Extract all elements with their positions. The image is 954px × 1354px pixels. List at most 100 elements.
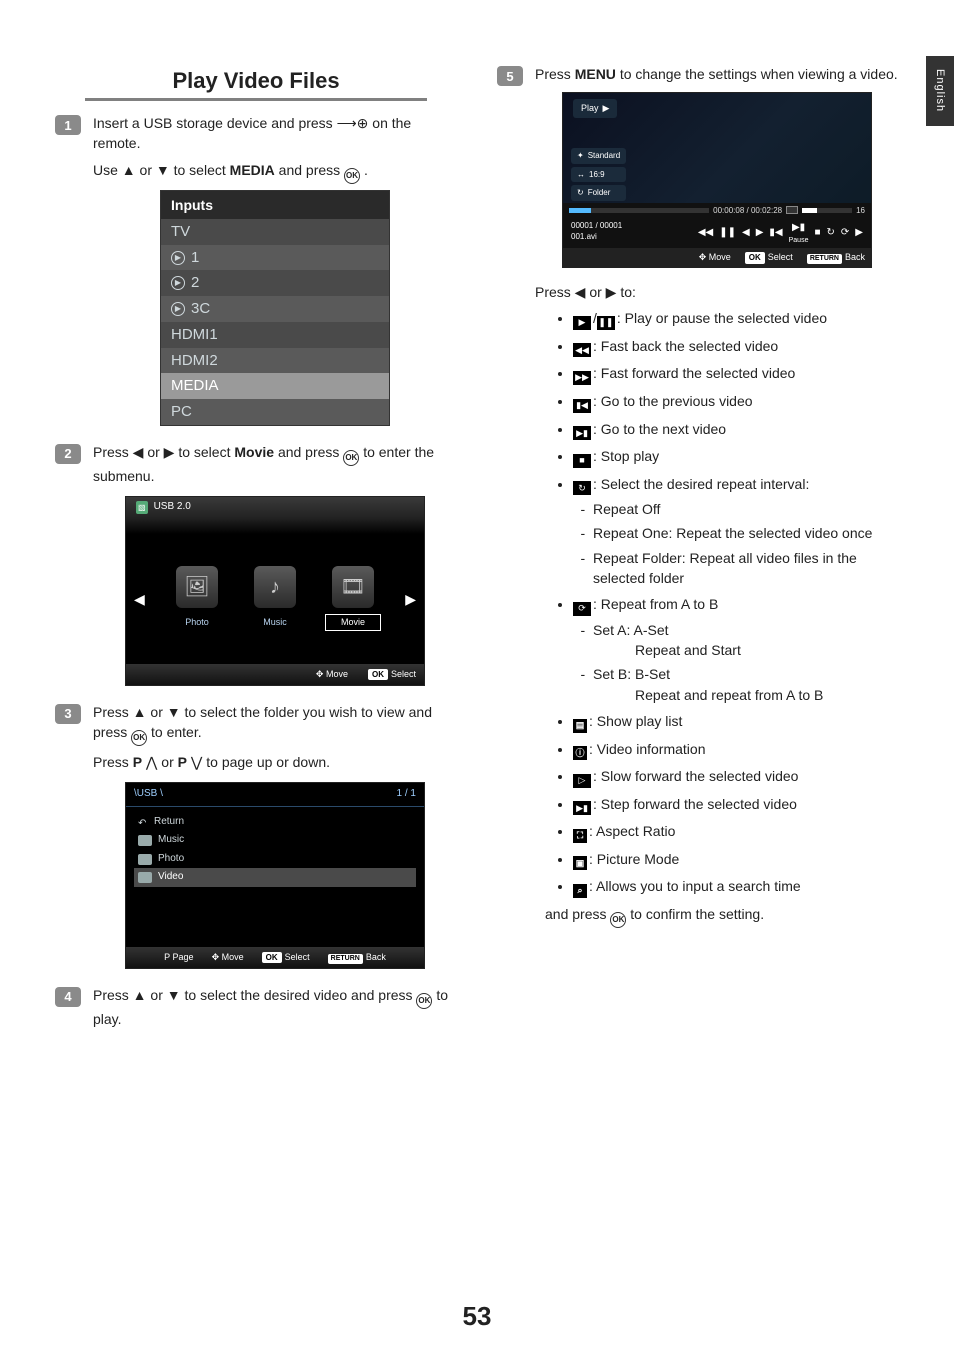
photo-icon: 🖼 [176, 566, 218, 608]
inputs-row: HDMI1 [161, 322, 389, 348]
left-arrow-icon: ◀ [134, 589, 145, 609]
text-bold: P [133, 754, 142, 770]
progress-bar [569, 208, 709, 213]
badge-picture-mode: ✦Standard [571, 148, 626, 164]
media-selector-screenshot: ▧ USB 2.0 ◀ 🖼 Photo ♪ [125, 496, 425, 686]
inputs-row: HDMI2 [161, 348, 389, 374]
list-item: ▮◀: Go to the previous video [573, 391, 899, 413]
ok-icon: OK [610, 912, 626, 928]
media-tile-photo: 🖼 Photo [169, 566, 225, 631]
section-title: Play Video Files [55, 68, 457, 94]
prev-icon: ▮◀ [573, 399, 591, 413]
title-underline [85, 98, 427, 101]
list-item: ⌕: Allows you to input a search time [573, 876, 899, 898]
playlist-icon: ▤ [573, 719, 587, 733]
inputs-row: ▶2 [161, 270, 389, 296]
text: Set A: A-Set [593, 622, 669, 638]
tile-label: Music [247, 614, 303, 631]
step-badge: 4 [55, 987, 81, 1007]
list-item: ▣: Picture Mode [573, 849, 899, 871]
text: Video [158, 870, 183, 885]
folder-icon [138, 854, 152, 865]
text: : Video information [589, 741, 705, 757]
step-5: 5 Press MENU to change the settings when… [497, 64, 899, 934]
list-item: ▶▮: Step forward the selected video [573, 794, 899, 816]
list-item: Repeat Folder: Repeat all video files in… [593, 548, 899, 589]
time-counter: 00:00:08 / 00:02:28 [713, 205, 782, 217]
text: : Go to the next video [593, 421, 726, 437]
list-item: ↻: Select the desired repeat interval: R… [573, 474, 899, 589]
list-item: ↶Return [134, 813, 416, 832]
text: Insert a USB storage device and press [93, 115, 337, 131]
step-badge: 5 [497, 66, 523, 86]
list-item: Set B: B-Set Repeat and repeat from A to… [593, 664, 899, 705]
text: : Select the desired repeat interval: [593, 476, 809, 492]
text: : Fast back the selected video [593, 338, 778, 354]
usb-icon: ▧ [136, 501, 148, 515]
text-bold: P [178, 754, 187, 770]
inputs-row: TV [161, 219, 389, 245]
language-tab: English [926, 56, 954, 126]
text: and press [545, 906, 610, 922]
ok-icon: OK [131, 730, 147, 746]
step-1: 1 Insert a USB storage device and press … [55, 113, 457, 436]
ab-repeat-icon: ⟳ [573, 602, 591, 616]
music-icon: ♪ [254, 566, 296, 608]
inputs-row-selected: MEDIA [161, 373, 389, 399]
footer-move: ✥ Move [316, 668, 348, 681]
step-forward-icon: ▶▮ [573, 801, 591, 815]
file-counter: 00001 / 00001 [571, 221, 622, 231]
step-3: 3 Press ▲ or ▼ to select the folder you … [55, 702, 457, 979]
path-label: \USB \ [134, 787, 163, 802]
play-pause-icon: ▶ [573, 316, 591, 330]
list-item: Music [134, 831, 416, 850]
footer-move: ✥ Move [212, 951, 244, 964]
text: : Picture Mode [589, 851, 679, 867]
tile-label: Movie [325, 614, 381, 631]
stop-icon: ■ [814, 226, 820, 241]
left-column: Play Video Files 1 Insert a USB storage … [55, 60, 457, 1041]
folder-icon [138, 872, 152, 883]
next-icon: ▶▮ [792, 221, 805, 236]
text: Return [154, 815, 184, 830]
fast-forward-icon: ▶▶ [573, 371, 591, 385]
transport-controls: ◀◀ ❚❚ ◀ ▶ ▮◀ ▶▮ Pause ■ ↻ ⟳ [698, 221, 863, 246]
step-badge: 3 [55, 704, 81, 724]
text: Press ▲ or ▼ to select the desired video… [93, 987, 416, 1003]
aspect-icon: ⛶ [573, 829, 587, 843]
goto-icon: ⌕ [573, 884, 587, 898]
text: HDMI2 [171, 350, 218, 372]
page-label: 1 / 1 [397, 787, 416, 802]
right-arrow-icon: ▶ [405, 589, 416, 609]
source-icon: ⟶⊕ [337, 115, 369, 131]
footer-select: OKSelect [745, 251, 793, 264]
text: Press [535, 66, 575, 82]
list-item: ▤: Show play list [573, 711, 899, 733]
text: HDMI1 [171, 324, 218, 346]
text: Repeat and Start [635, 640, 741, 660]
list-item: ▶/❚❚: Play or pause the selected video [573, 308, 899, 330]
movie-icon: 🎞 [332, 566, 374, 608]
rewind-icon: ◀◀ [698, 226, 713, 241]
list-item: ▶▮: Go to the next video [573, 419, 899, 441]
text: and press [279, 162, 344, 178]
text: to change the settings when viewing a vi… [620, 66, 898, 82]
footer-page: P Page [164, 951, 193, 964]
badge-repeat: ↻Folder [571, 185, 626, 201]
footer-select: OKSelect [368, 668, 416, 681]
text: : Slow forward the selected video [593, 768, 798, 784]
pause-icon: ❚❚ [719, 226, 736, 241]
next-icon: ▶▮ [573, 426, 591, 440]
video-player-screenshot: Play ▶ ✦Standard ↔16:9 ↻Folder 00:00:08 … [562, 92, 872, 268]
stop-icon: ■ [573, 454, 591, 468]
repeat-icon: ↻ [827, 226, 835, 241]
usb-label: USB 2.0 [154, 500, 191, 515]
play-status-pill: Play ▶ [573, 99, 617, 118]
text: 2 [191, 272, 199, 294]
text: 3C [191, 298, 210, 320]
step-icon: ▶ [855, 226, 863, 241]
footer-back: RETURNBack [807, 251, 865, 264]
text: . [364, 162, 368, 178]
inputs-panel-screenshot: Inputs TV ▶1 ▶2 ▶3C HDMI1 HDMI2 MEDIA PC [160, 190, 390, 426]
text: or [161, 754, 177, 770]
